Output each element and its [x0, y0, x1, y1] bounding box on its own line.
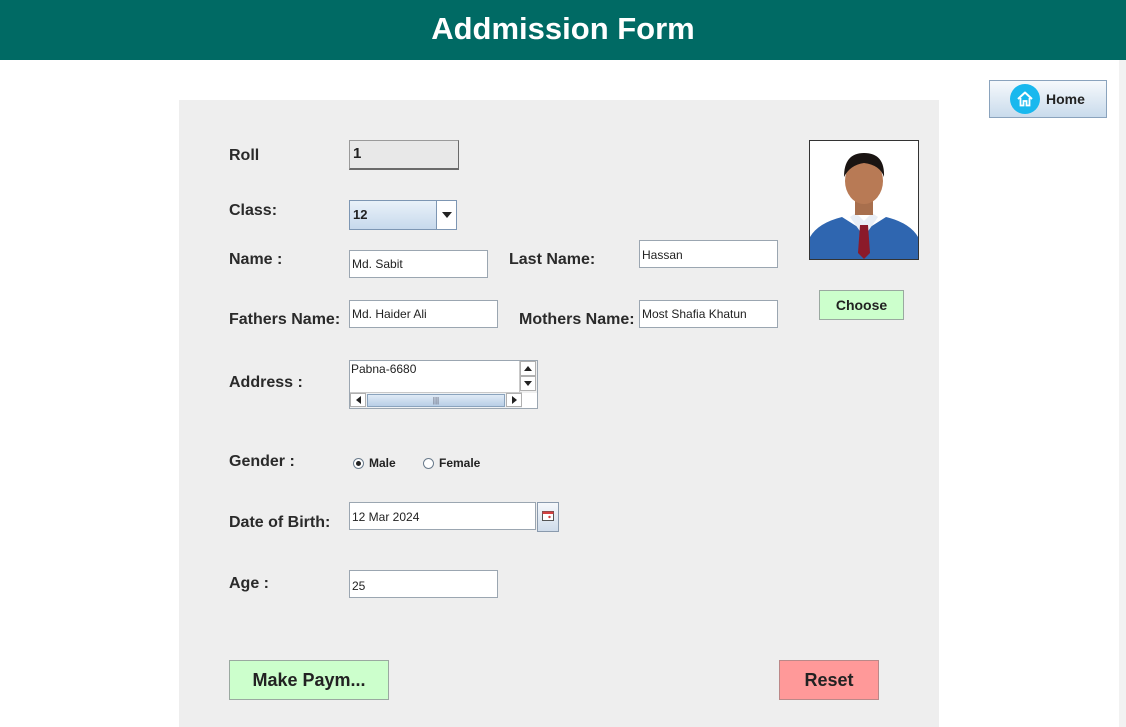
age-field[interactable]: 25	[349, 570, 498, 598]
reset-button[interactable]: Reset	[779, 660, 879, 700]
scroll-up-icon[interactable]	[520, 361, 536, 376]
radio-selected-icon[interactable]	[353, 457, 364, 469]
address-label: Address :	[229, 374, 303, 391]
make-payment-button[interactable]: Make Paym...	[229, 660, 389, 700]
radio-unselected-icon[interactable]	[423, 457, 434, 469]
last-name-field[interactable]: Hassan	[639, 240, 778, 268]
class-selected-value: 12	[353, 207, 368, 222]
address-value: Pabna-6680	[351, 362, 417, 376]
roll-field[interactable]: 1	[349, 140, 459, 170]
gender-female-label: Female	[439, 456, 481, 470]
home-button[interactable]: Home	[989, 80, 1107, 118]
name-label: Name :	[229, 251, 283, 268]
class-select[interactable]: 12	[349, 200, 457, 230]
student-photo	[809, 140, 919, 260]
scroll-down-icon[interactable]	[520, 376, 536, 391]
chevron-down-icon[interactable]	[436, 201, 456, 229]
address-textarea[interactable]: Pabna-6680 |||	[349, 360, 538, 409]
address-horizontal-scrollbar[interactable]: |||	[350, 392, 522, 408]
last-name-label: Last Name:	[509, 251, 596, 268]
scroll-left-icon[interactable]	[350, 393, 366, 407]
fathers-name-label: Fathers Name:	[229, 311, 341, 328]
address-vertical-scrollbar[interactable]	[519, 361, 537, 393]
dob-label: Date of Birth:	[229, 514, 331, 531]
gender-radio-female[interactable]: Female	[423, 456, 480, 470]
calendar-icon	[542, 508, 554, 526]
age-label: Age :	[229, 575, 269, 592]
home-icon	[1010, 84, 1040, 114]
mothers-name-field[interactable]: Most Shafia Khatun	[639, 300, 778, 328]
home-button-label: Home	[1046, 91, 1085, 107]
calendar-button[interactable]	[537, 502, 559, 532]
mothers-name-label: Mothers Name:	[519, 311, 635, 328]
app-title: Addmission Form	[0, 0, 1126, 60]
gender-male-label: Male	[369, 456, 396, 470]
scroll-thumb[interactable]: |||	[367, 394, 505, 407]
gender-label: Gender :	[229, 453, 295, 470]
dob-field[interactable]: 12 Mar 2024	[349, 502, 536, 530]
choose-photo-button[interactable]: Choose	[819, 290, 904, 320]
roll-label: Roll	[229, 147, 260, 164]
class-label: Class:	[229, 202, 278, 219]
fathers-name-field[interactable]: Md. Haider Ali	[349, 300, 498, 328]
gender-radio-male[interactable]: Male	[353, 456, 396, 470]
window-scrollbar[interactable]	[1119, 60, 1126, 727]
name-field[interactable]: Md. Sabit	[349, 250, 488, 278]
scroll-right-icon[interactable]	[506, 393, 522, 407]
